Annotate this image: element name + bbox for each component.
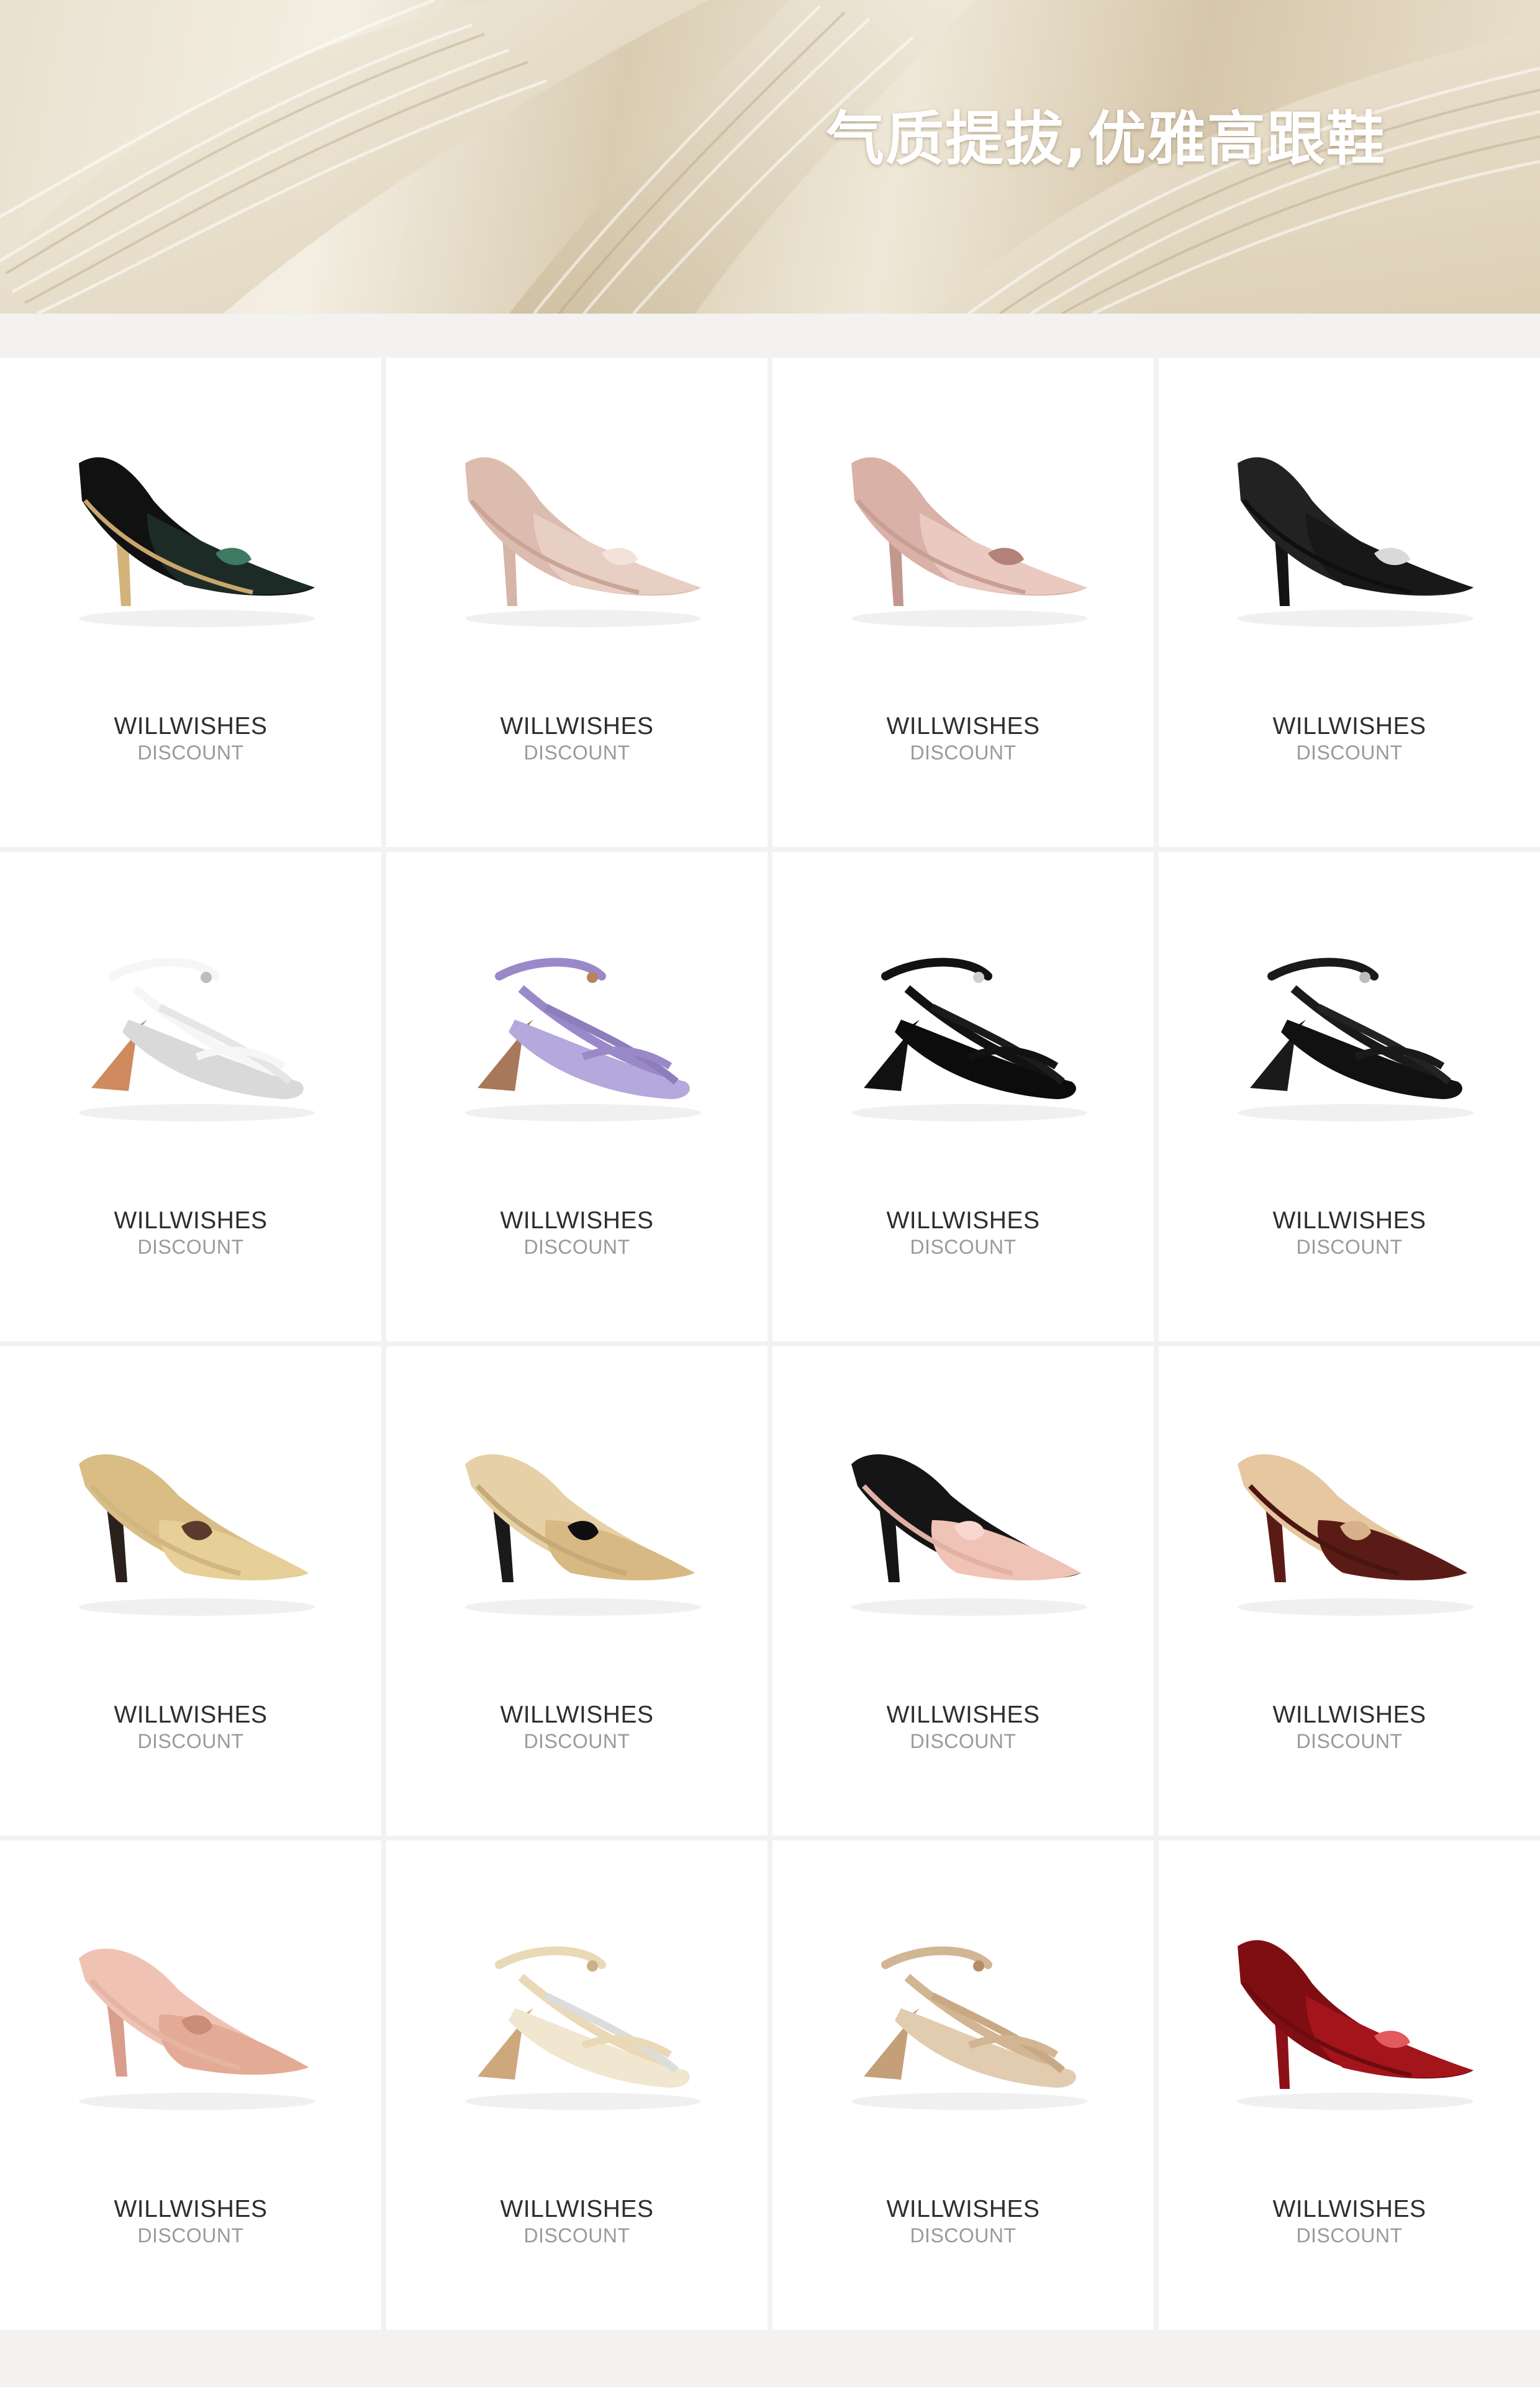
- product-image[interactable]: [440, 438, 713, 643]
- beige-brown-flower-mule-icon: [79, 1454, 315, 1616]
- black-bow-ankle-strap-sandal-icon: [851, 958, 1087, 1121]
- product-image[interactable]: [54, 933, 327, 1138]
- product-card[interactable]: WILLWISHES DISCOUNT: [386, 358, 768, 847]
- product-card[interactable]: WILLWISHES DISCOUNT: [0, 1841, 381, 2330]
- product-brand: WILLWISHES: [114, 1207, 268, 1234]
- product-discount-tag: DISCOUNT: [137, 2224, 244, 2247]
- pink-bow-mule-icon: [851, 1454, 1087, 1616]
- lilac-thong-sandal-icon: [465, 958, 701, 1121]
- product-image[interactable]: [827, 438, 1100, 643]
- product-brand: WILLWISHES: [1272, 713, 1426, 740]
- product-image[interactable]: [1213, 438, 1486, 643]
- product-discount-tag: DISCOUNT: [523, 1730, 630, 1752]
- product-brand: WILLWISHES: [886, 713, 1040, 740]
- product-discount-tag: DISCOUNT: [523, 741, 630, 764]
- gold-clear-strap-sandal-icon: [465, 1946, 701, 2110]
- product-brand: WILLWISHES: [500, 2196, 654, 2222]
- product-brand: WILLWISHES: [886, 2196, 1040, 2222]
- product-discount-tag: DISCOUNT: [137, 1236, 244, 1258]
- product-card[interactable]: WILLWISHES DISCOUNT: [1159, 1346, 1540, 1836]
- product-discount-tag: DISCOUNT: [523, 1236, 630, 1258]
- product-discount-tag: DISCOUNT: [523, 2224, 630, 2247]
- white-strappy-sandal-icon: [79, 958, 315, 1121]
- product-image[interactable]: [440, 1921, 713, 2126]
- product-card[interactable]: WILLWISHES DISCOUNT: [386, 1841, 768, 2330]
- pink-slingback-icon: [851, 457, 1087, 627]
- product-card[interactable]: WILLWISHES DISCOUNT: [0, 852, 381, 1341]
- red-patent-slingback-icon: [1238, 1940, 1474, 2110]
- product-image[interactable]: [827, 1427, 1100, 1632]
- promo-banner[interactable]: 气质提拔,优雅高跟鞋: [0, 0, 1540, 314]
- product-image[interactable]: [1213, 1921, 1486, 2126]
- product-card[interactable]: WILLWISHES DISCOUNT: [386, 1346, 768, 1836]
- burgundy-eyelet-mule-icon: [1238, 1454, 1474, 1616]
- product-brand: WILLWISHES: [886, 1207, 1040, 1234]
- product-card[interactable]: WILLWISHES DISCOUNT: [1159, 358, 1540, 847]
- product-card[interactable]: WILLWISHES DISCOUNT: [1159, 852, 1540, 1341]
- product-image[interactable]: [827, 1921, 1100, 2126]
- rose-gold-lace-mule-icon: [79, 1949, 315, 2110]
- product-image[interactable]: [54, 438, 327, 643]
- product-discount-tag: DISCOUNT: [910, 1730, 1017, 1752]
- product-brand: WILLWISHES: [500, 1207, 654, 1234]
- product-image[interactable]: [440, 1427, 713, 1632]
- product-discount-tag: DISCOUNT: [137, 741, 244, 764]
- product-brand: WILLWISHES: [500, 1701, 654, 1728]
- product-brand: WILLWISHES: [114, 1701, 268, 1728]
- product-card[interactable]: WILLWISHES DISCOUNT: [0, 358, 381, 847]
- product-image[interactable]: [1213, 933, 1486, 1138]
- product-image[interactable]: [1213, 1427, 1486, 1632]
- black-crystal-buckle-slingback-icon: [1238, 457, 1474, 627]
- product-discount-tag: DISCOUNT: [1296, 741, 1403, 764]
- nude-floral-pump-icon: [465, 457, 701, 627]
- product-card[interactable]: WILLWISHES DISCOUNT: [772, 358, 1154, 847]
- product-grid: WILLWISHES DISCOUNT WILLWISHES DISCOUNT WI…: [0, 358, 1540, 2330]
- product-card[interactable]: WILLWISHES DISCOUNT: [1159, 1841, 1540, 2330]
- product-discount-tag: DISCOUNT: [910, 741, 1017, 764]
- beige-black-toe-bow-mule-icon: [465, 1454, 701, 1616]
- product-image[interactable]: [54, 1921, 327, 2126]
- black-green-sequin-pump-icon: [79, 457, 315, 627]
- product-brand: WILLWISHES: [114, 2196, 268, 2222]
- banner-title: 气质提拔,优雅高跟鞋: [826, 106, 1386, 173]
- product-brand: WILLWISHES: [500, 713, 654, 740]
- product-card[interactable]: WILLWISHES DISCOUNT: [386, 852, 768, 1341]
- product-discount-tag: DISCOUNT: [1296, 1730, 1403, 1752]
- product-discount-tag: DISCOUNT: [137, 1730, 244, 1752]
- product-card[interactable]: WILLWISHES DISCOUNT: [772, 1346, 1154, 1836]
- product-card[interactable]: WILLWISHES DISCOUNT: [0, 1346, 381, 1836]
- product-card[interactable]: WILLWISHES DISCOUNT: [772, 1841, 1154, 2330]
- product-discount-tag: DISCOUNT: [1296, 2224, 1403, 2247]
- product-image[interactable]: [440, 933, 713, 1138]
- page: 气质提拔,优雅高跟鞋 WILLWISHES DISCOUNT WILLWISHES…: [0, 0, 1540, 2387]
- product-discount-tag: DISCOUNT: [910, 2224, 1017, 2247]
- product-brand: WILLWISHES: [1272, 1701, 1426, 1728]
- black-t-strap-kitten-sandal-icon: [1238, 958, 1474, 1121]
- product-image[interactable]: [54, 1427, 327, 1632]
- champagne-strappy-sandal-icon: [851, 1946, 1087, 2110]
- product-brand: WILLWISHES: [886, 1701, 1040, 1728]
- product-brand: WILLWISHES: [114, 713, 268, 740]
- product-image[interactable]: [827, 933, 1100, 1138]
- product-card[interactable]: WILLWISHES DISCOUNT: [772, 852, 1154, 1341]
- product-discount-tag: DISCOUNT: [910, 1236, 1017, 1258]
- product-brand: WILLWISHES: [1272, 2196, 1426, 2222]
- product-discount-tag: DISCOUNT: [1296, 1236, 1403, 1258]
- product-brand: WILLWISHES: [1272, 1207, 1426, 1234]
